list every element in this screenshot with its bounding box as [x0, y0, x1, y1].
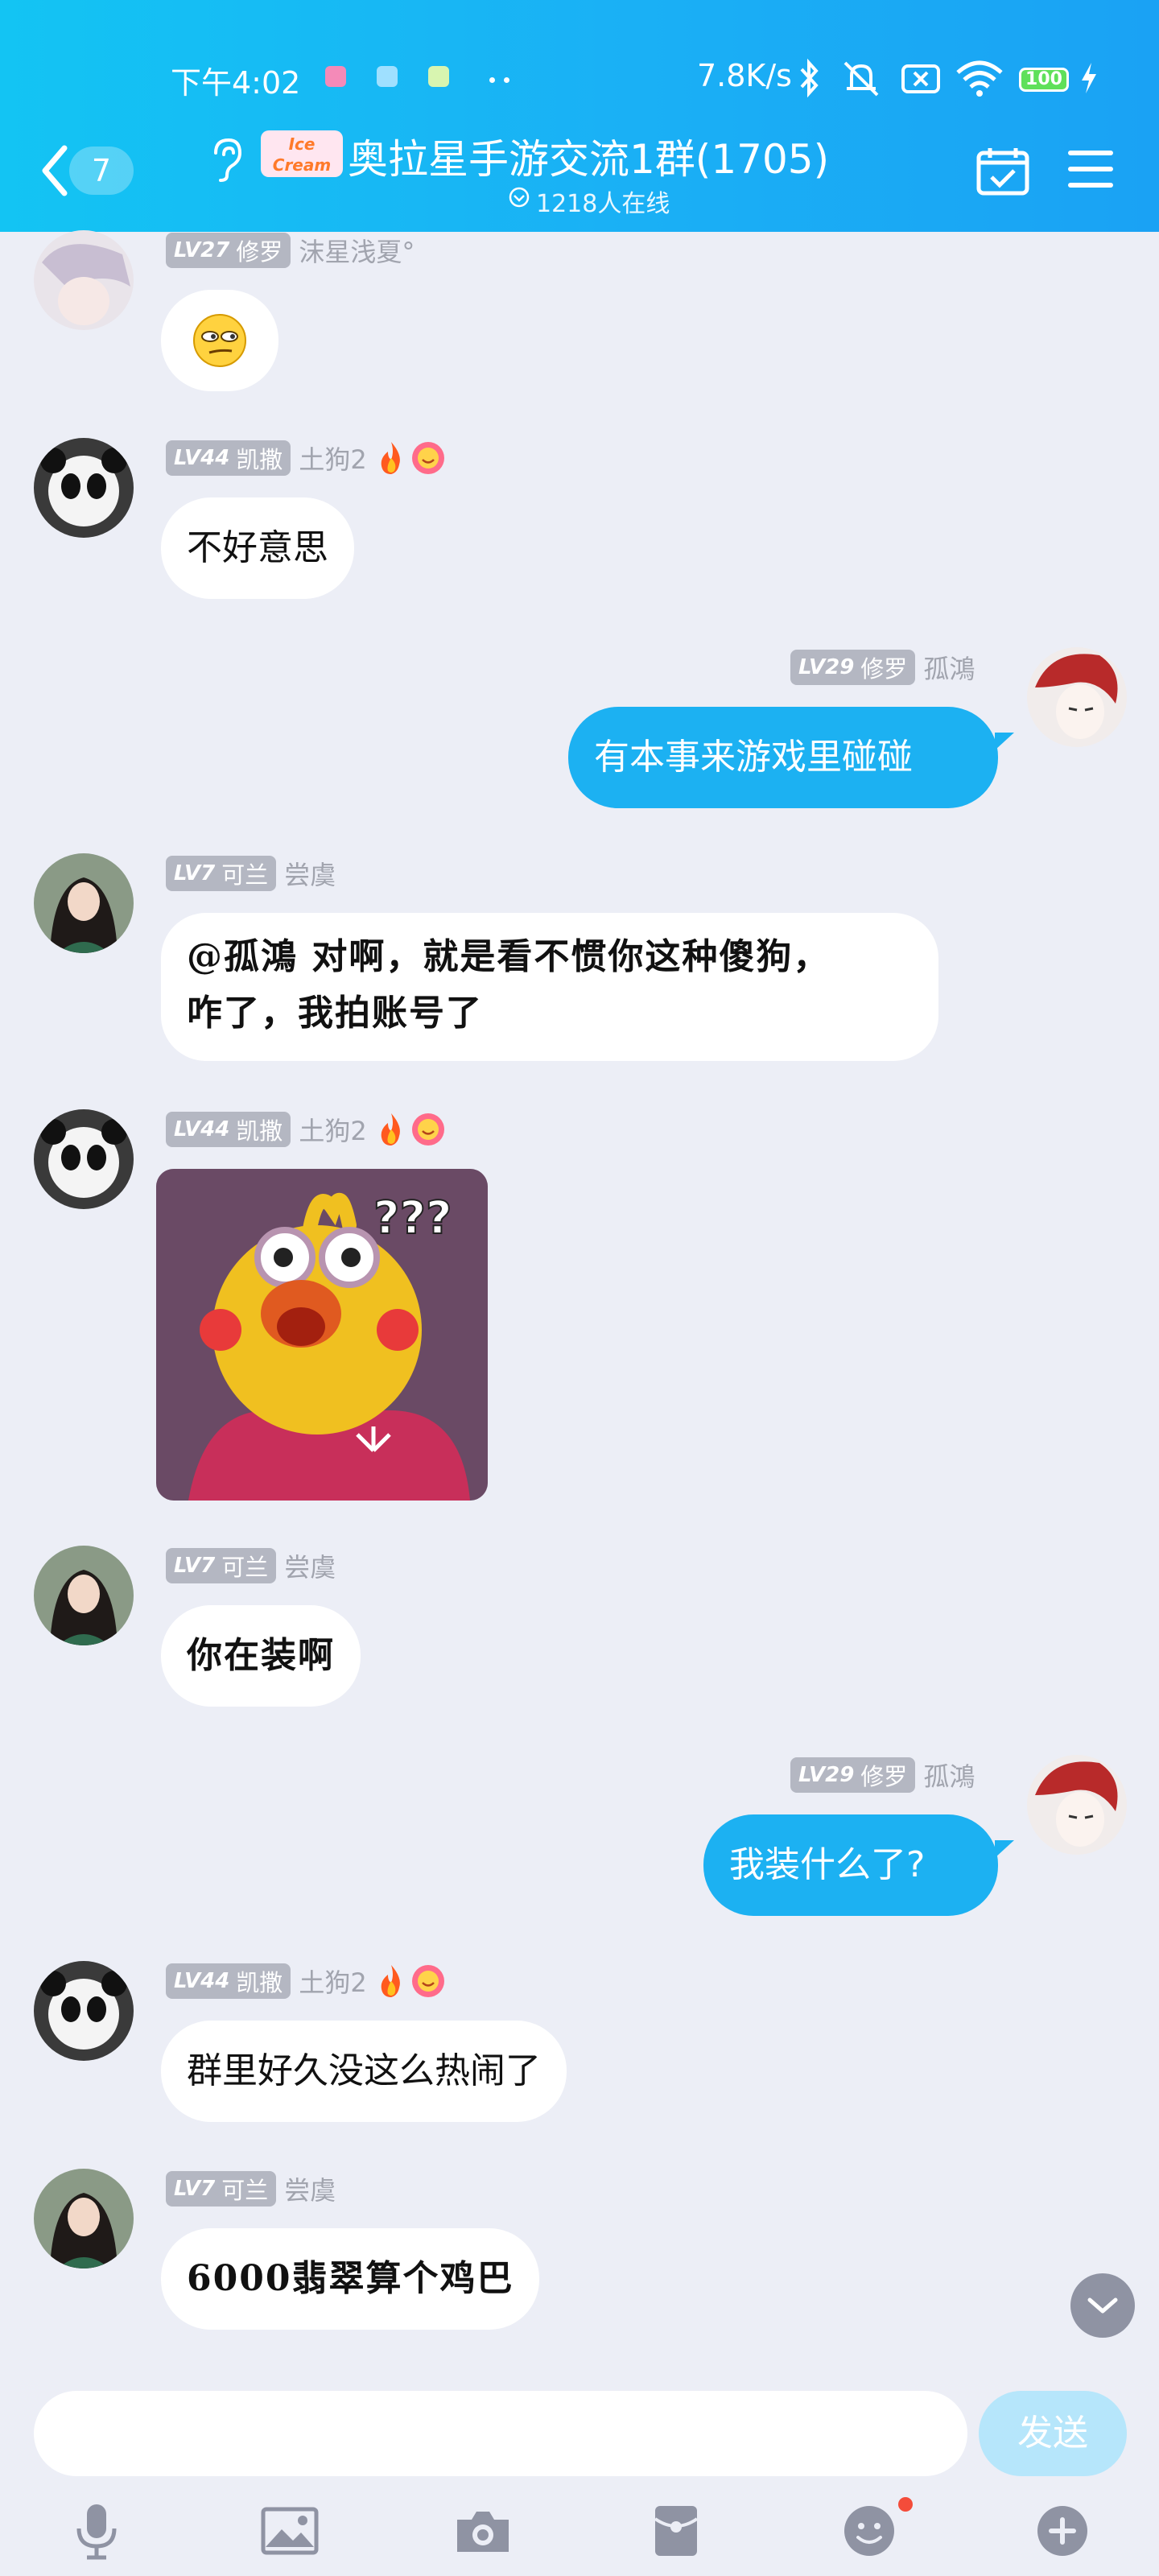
emoji-button[interactable] [837, 2499, 901, 2563]
image-icon [261, 2507, 319, 2555]
mute-icon [843, 61, 879, 97]
camera-icon [457, 2512, 509, 2552]
online-icon [509, 187, 530, 208]
message-meta: LV44 凯撒 土狗2 [166, 1111, 446, 1148]
message-meta: LV7 可兰 尝虞 [166, 2170, 336, 2207]
camera-button[interactable] [451, 2499, 515, 2563]
my-avatar[interactable] [1027, 647, 1127, 747]
level-badge: LV7 可兰 [166, 856, 277, 891]
level-badge: LV44 凯撒 [166, 440, 291, 476]
status-time: 下午4:02 [171, 65, 301, 101]
sender-name[interactable]: 土狗2 [299, 1111, 366, 1148]
avatar[interactable] [34, 853, 134, 953]
message-line: 咋了，我拍账号了 [187, 993, 483, 1034]
sender-name[interactable]: 尝虞 [284, 855, 336, 892]
menu-icon[interactable] [1067, 148, 1114, 190]
avatar[interactable] [34, 1961, 134, 2061]
message-meta: LV44 凯撒 土狗2 [166, 1963, 446, 2000]
charging-icon [1082, 63, 1096, 93]
flower-badge-icon [411, 1113, 444, 1146]
bubble-tail [995, 733, 1014, 750]
avatar[interactable] [34, 2169, 134, 2268]
image-button[interactable] [258, 2499, 322, 2563]
more-notifications-icon [489, 77, 495, 83]
level-badge: LV44 凯撒 [166, 1963, 291, 1999]
group-logo: Ice Cream [261, 130, 343, 177]
avatar[interactable] [34, 230, 134, 330]
svg-text:???: ??? [373, 1192, 452, 1245]
voice-button[interactable] [64, 2499, 129, 2563]
wifi-icon [956, 60, 1003, 97]
emoji-icon [844, 2506, 894, 2556]
message-bubble[interactable]: 我装什么了? [703, 1814, 998, 1916]
logo-text: Ice [288, 134, 316, 154]
flower-badge-icon [411, 442, 444, 474]
notification-icon [377, 66, 398, 87]
message-meta: LV44 凯撒 土狗2 [166, 440, 446, 477]
notification-icon [428, 66, 449, 87]
level-badge: LV27 修罗 [166, 233, 291, 268]
avatar[interactable] [34, 438, 134, 538]
online-count[interactable]: 1218人在线 [536, 184, 670, 219]
notification-icon [325, 66, 346, 87]
ear-mode-icon[interactable] [208, 135, 245, 184]
bluetooth-icon [800, 58, 819, 98]
sender-name[interactable]: 孤鴻 [923, 1757, 975, 1794]
level-badge: LV29 修罗 [790, 650, 916, 685]
sender-name[interactable]: 尝虞 [284, 1547, 336, 1584]
sender-name[interactable]: 土狗2 [299, 1963, 366, 2000]
sender-name[interactable]: 尝虞 [284, 2170, 336, 2207]
sender-name[interactable]: 土狗2 [299, 440, 366, 477]
no-sim-icon [901, 64, 940, 93]
message-bubble[interactable]: 群里好久没这么热闹了 [161, 2021, 567, 2122]
sticker-image[interactable]: ??? [156, 1169, 488, 1501]
unread-count-badge[interactable]: 7 [69, 147, 134, 195]
message-meta: LV7 可兰 尝虞 [166, 855, 336, 892]
calendar-check-icon[interactable] [975, 145, 1030, 196]
level-badge: LV29 修罗 [790, 1757, 916, 1793]
message-meta: LV29 修罗 孤鴻 [790, 1757, 975, 1794]
message-bubble[interactable]: 你在装啊 [161, 1605, 361, 1707]
send-button[interactable]: 发送 [979, 2391, 1127, 2476]
group-title[interactable]: 奥拉星手游交流1群(1705) [348, 127, 829, 185]
red-packet-icon [654, 2506, 699, 2556]
fire-icon [381, 1113, 400, 1146]
message-meta: LV7 可兰 尝虞 [166, 1547, 336, 1584]
avatar[interactable] [34, 1109, 134, 1209]
message-bubble[interactable]: 有本事来游戏里碰碰 [568, 707, 998, 808]
avatar[interactable] [34, 1546, 134, 1645]
fire-icon [381, 442, 400, 474]
red-packet-button[interactable] [644, 2499, 708, 2563]
logo-text: Cream [272, 155, 332, 175]
chat-header: 下午4:02 7.8K/s 100 7 Ice Cream 奥拉星手游交流1群(… [0, 0, 1159, 232]
fire-icon [381, 1965, 400, 1997]
level-badge: LV44 凯撒 [166, 1112, 291, 1147]
message-meta: LV27 修罗 沫星浅夏° [166, 232, 415, 269]
sender-name[interactable]: 孤鴻 [923, 649, 975, 686]
more-notifications-icon [504, 77, 509, 83]
message-input[interactable] [34, 2391, 967, 2476]
message-bubble[interactable]: 6000翡翠算个鸡巴 [161, 2228, 540, 2330]
sender-name[interactable]: 沫星浅夏° [299, 232, 415, 269]
flower-badge-icon [411, 1965, 444, 1997]
message-meta: LV29 修罗 孤鴻 [790, 649, 975, 686]
back-icon[interactable] [39, 143, 71, 198]
level-badge: LV7 可兰 [166, 2171, 277, 2207]
smirk-emoji-icon [193, 314, 246, 367]
new-indicator-dot [898, 2497, 913, 2512]
bubble-tail [995, 1840, 1014, 1858]
my-avatar[interactable] [1027, 1755, 1127, 1855]
message-line: @孤鴻 对啊，就是看不惯你这种傻狗， [187, 936, 831, 977]
level-badge: LV7 可兰 [166, 1548, 277, 1583]
chevron-down-icon [1087, 2297, 1118, 2314]
scroll-to-bottom-button[interactable] [1070, 2273, 1135, 2338]
microphone-icon [76, 2504, 117, 2560]
network-speed: 7.8K/s [697, 58, 792, 93]
message-bubble[interactable]: 不好意思 [161, 497, 354, 599]
battery-indicator: 100 [1019, 68, 1069, 92]
more-button[interactable] [1030, 2499, 1095, 2563]
message-bubble[interactable]: @孤鴻 对啊，就是看不惯你这种傻狗， 咋了，我拍账号了 [161, 913, 938, 1061]
message-bubble[interactable] [161, 290, 278, 391]
plus-icon [1037, 2506, 1087, 2556]
